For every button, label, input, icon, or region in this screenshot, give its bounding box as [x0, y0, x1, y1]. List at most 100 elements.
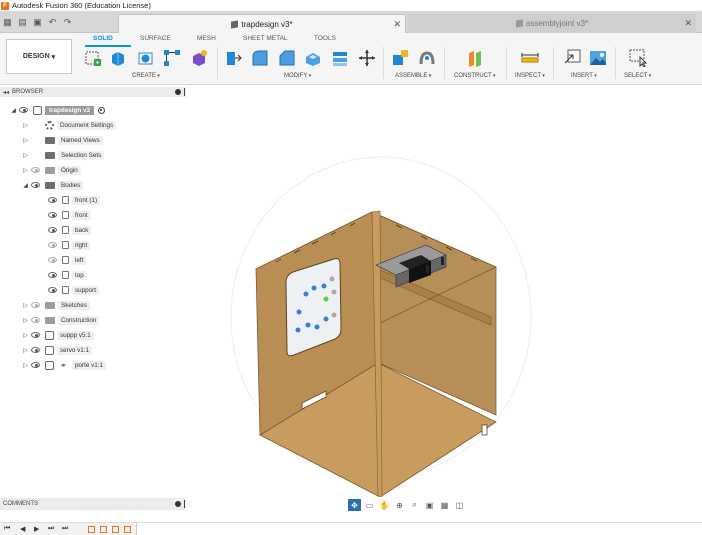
browser-item-selection-sets[interactable]: ▷ Selection Sets [22, 149, 105, 161]
save-icon[interactable]: ▣ [32, 17, 43, 28]
collapsed-triangle-icon[interactable]: ▷ [22, 167, 29, 174]
panel-options-icon[interactable] [175, 89, 181, 95]
collapsed-triangle-icon[interactable]: ▷ [22, 152, 29, 159]
browser-root[interactable]: ◢ trapdesign v3 [10, 104, 105, 116]
viewports-icon[interactable]: ◫ [453, 499, 466, 511]
collapsed-triangle-icon[interactable]: ▷ [22, 332, 29, 339]
visibility-eye-icon[interactable] [48, 272, 57, 278]
tab-surface[interactable]: SURFACE [140, 35, 171, 42]
joint-icon[interactable] [418, 49, 436, 67]
collapsed-triangle-icon[interactable]: ▷ [22, 122, 29, 129]
browser-body-top[interactable]: top [46, 269, 87, 281]
timeline-track[interactable] [136, 523, 702, 535]
file-menu-icon[interactable]: ▤ [17, 17, 28, 28]
browser-item-document-settings[interactable]: ▷ Document Settings [22, 119, 117, 131]
comments-panel[interactable]: COMMENTS [0, 498, 186, 510]
insert-group-label[interactable]: INSERT [571, 73, 597, 79]
redo-icon[interactable]: ↷ [62, 17, 73, 28]
visibility-eye-icon[interactable] [48, 242, 57, 248]
select-group-label[interactable]: SELECT [624, 73, 651, 79]
grid-menu-icon[interactable]: ▦ [2, 17, 13, 28]
collapsed-triangle-icon[interactable]: ▷ [22, 347, 29, 354]
measure-icon[interactable] [521, 49, 539, 67]
tab-tools[interactable]: TOOLS [314, 35, 336, 42]
browser-item-suppp[interactable]: ▷ suppp v5:1 [22, 329, 94, 341]
grid-settings-icon[interactable]: ▦ [438, 499, 451, 511]
first-step-icon[interactable]: ⏮ [4, 525, 10, 533]
browser-item-named-views[interactable]: ▷ Named Views [22, 134, 103, 146]
visibility-eye-icon[interactable] [31, 167, 40, 173]
create-form-icon[interactable] [190, 49, 208, 67]
zoom-icon[interactable]: ⌕ [408, 499, 421, 511]
create-sketch-icon[interactable] [84, 49, 102, 67]
collapsed-triangle-icon[interactable]: ▷ [22, 317, 29, 324]
panel-pin-icon[interactable] [184, 88, 185, 96]
tab-mesh[interactable]: MESH [197, 35, 216, 42]
visibility-eye-icon[interactable] [31, 317, 40, 323]
combine-icon[interactable] [331, 49, 349, 67]
expanded-triangle-icon[interactable]: ◢ [10, 107, 17, 114]
visibility-eye-icon[interactable] [48, 287, 57, 293]
insert-image-icon[interactable] [589, 49, 607, 67]
visibility-eye-icon[interactable] [31, 182, 40, 188]
assemble-group-label[interactable]: ASSEMBLE [395, 73, 431, 79]
shell-icon[interactable] [304, 49, 322, 67]
fillet-icon[interactable] [251, 49, 269, 67]
modify-group-label[interactable]: MODIFY [284, 73, 311, 79]
pan-hand-icon[interactable]: ✋ [378, 499, 391, 511]
new-component-icon[interactable] [391, 49, 409, 67]
extrude-icon[interactable] [109, 49, 127, 67]
browser-item-porte[interactable]: ▷ ⚭ porte v1:1 [22, 359, 107, 371]
browser-item-construction[interactable]: ▷ Construction [22, 314, 100, 326]
visibility-eye-icon[interactable] [31, 302, 40, 308]
panel-options-icon[interactable] [175, 501, 181, 507]
browser-item-origin[interactable]: ▷ Origin [22, 164, 81, 176]
undo-icon[interactable]: ↶ [47, 17, 58, 28]
expanded-triangle-icon[interactable]: ◢ [22, 182, 29, 189]
browser-body-front-1[interactable]: front (1) [46, 194, 101, 206]
browser-body-support[interactable]: support [46, 284, 100, 296]
visibility-eye-icon[interactable] [31, 347, 40, 353]
play-icon[interactable]: ▶ [34, 525, 39, 533]
workspace-design-button[interactable]: DESIGN ▾ [6, 39, 72, 74]
display-settings-icon[interactable]: ▣ [423, 499, 436, 511]
collapse-panel-icon[interactable]: ◂◂ [3, 89, 9, 96]
visibility-eye-icon[interactable] [31, 332, 40, 338]
timeline-feature[interactable] [124, 526, 131, 533]
panel-pin-icon[interactable] [184, 500, 185, 508]
timeline-feature[interactable] [100, 526, 107, 533]
visibility-eye-icon[interactable] [48, 212, 57, 218]
visibility-eye-icon[interactable] [19, 107, 28, 113]
zoom-orbit-icon[interactable]: ⊕ [393, 499, 406, 511]
browser-body-back[interactable]: back [46, 224, 92, 236]
move-icon[interactable] [358, 49, 376, 67]
timeline-feature[interactable] [112, 526, 119, 533]
insert-derive-icon[interactable] [563, 49, 581, 67]
inspect-group-label[interactable]: INSPECT [515, 73, 545, 79]
create-group-label[interactable]: CREATE [132, 73, 160, 79]
visibility-eye-icon[interactable] [48, 227, 57, 233]
browser-body-front[interactable]: front [46, 209, 91, 221]
close-icon[interactable]: ✕ [393, 19, 401, 30]
visibility-eye-icon[interactable] [48, 197, 57, 203]
pattern-icon[interactable] [163, 49, 181, 67]
fit-grid-icon[interactable]: ✥ [348, 499, 361, 511]
select-icon[interactable] [629, 49, 647, 67]
browser-item-bodies[interactable]: ◢ Bodies [22, 179, 84, 191]
construct-group-label[interactable]: CONSTRUCT [454, 73, 496, 79]
browser-item-servo[interactable]: ▷ servo v1:1 [22, 344, 93, 356]
collapsed-triangle-icon[interactable]: ▷ [22, 302, 29, 309]
tab-trapdesign[interactable]: trapdesign v3* ✕ [118, 14, 406, 33]
visibility-eye-icon[interactable] [31, 362, 40, 368]
browser-item-sketches[interactable]: ▷ Sketches [22, 299, 90, 311]
activate-radio-icon[interactable] [97, 106, 105, 114]
last-step-icon[interactable]: ⏭ [62, 525, 68, 533]
revolve-icon[interactable] [137, 49, 155, 67]
offset-plane-icon[interactable] [466, 49, 484, 67]
close-icon[interactable]: ✕ [684, 18, 692, 29]
tab-assemblyjoint[interactable]: assemblyjoint v3* ✕ [408, 14, 696, 33]
collapsed-triangle-icon[interactable]: ▷ [22, 137, 29, 144]
tab-solid[interactable]: SOLID [93, 35, 113, 42]
canvas-viewport[interactable] [186, 87, 702, 498]
chamfer-icon[interactable] [278, 49, 296, 67]
